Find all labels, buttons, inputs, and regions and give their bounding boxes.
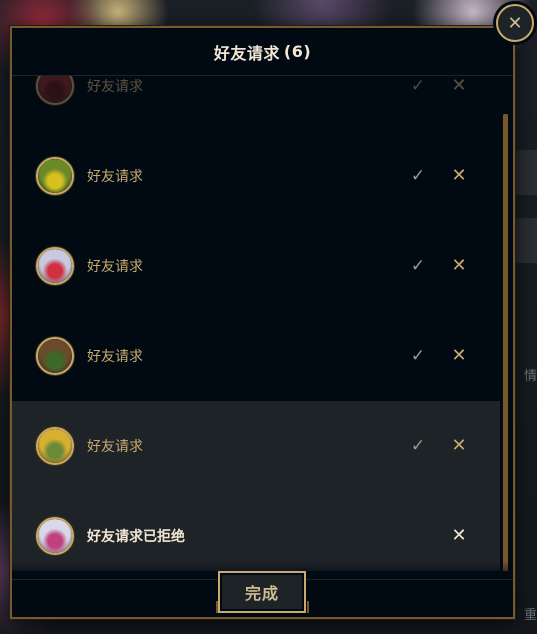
friend-requests-dialog: 好友请求 (6) 好友请求 ✓ ✕ 好友请求 ✓ ✕ 好友请求 ✓ ✕ 好友请求… (10, 26, 515, 619)
accept-button[interactable]: ✓ (406, 164, 430, 188)
accept-button[interactable]: ✓ (406, 434, 430, 458)
request-row: 好友请求 ✓ ✕ (12, 401, 500, 491)
request-label: 好友请求 (87, 349, 143, 365)
background-side-panel (514, 218, 537, 263)
request-label: 好友请求 (87, 169, 143, 185)
accept-button[interactable]: ✓ (406, 344, 430, 368)
summoner-avatar (36, 517, 74, 555)
request-label: 好友请求 (87, 259, 143, 275)
decline-button[interactable]: ✕ (447, 254, 471, 278)
request-label: 好友请求 (87, 439, 143, 455)
dialog-header: 好友请求 (6) (12, 28, 513, 76)
accept-button[interactable]: ✓ (406, 254, 430, 278)
summoner-avatar (36, 247, 74, 285)
close-button[interactable]: ✕ (496, 4, 534, 42)
request-row: 好友请求 ✓ ✕ (12, 76, 500, 131)
decline-button[interactable]: ✕ (447, 434, 471, 458)
background-side-text: 重 (523, 608, 537, 623)
list-scrollbar[interactable] (503, 114, 508, 578)
request-declined-label: 好友请求已拒绝 (87, 529, 185, 545)
button-ornament (307, 601, 309, 613)
dismiss-button[interactable]: ✕ (447, 524, 471, 548)
close-icon: ✕ (507, 12, 523, 34)
summoner-avatar (36, 337, 74, 375)
request-list[interactable]: 好友请求 ✓ ✕ 好友请求 ✓ ✕ 好友请求 ✓ ✕ 好友请求 ✓ ✕ 好友请求… (12, 76, 500, 576)
request-row: 好友请求 ✓ ✕ (12, 221, 500, 311)
request-label: 好友请求 (87, 79, 143, 95)
background-side-text: 情 (523, 369, 537, 384)
summoner-avatar (36, 76, 74, 105)
decline-button[interactable]: ✕ (447, 164, 471, 188)
dialog-footer: 完成 (12, 571, 513, 617)
accept-button[interactable]: ✓ (406, 76, 430, 98)
request-row: 好友请求 ✓ ✕ (12, 311, 500, 401)
decline-button[interactable]: ✕ (447, 76, 471, 98)
summoner-avatar (36, 157, 74, 195)
done-button[interactable]: 完成 (218, 571, 306, 613)
summoner-avatar (36, 427, 74, 465)
request-row: 好友请求 ✓ ✕ (12, 131, 500, 221)
decline-button[interactable]: ✕ (447, 344, 471, 368)
background-side-panel (514, 150, 537, 195)
request-count: (6) (283, 42, 312, 61)
scrollbar-thumb[interactable] (503, 114, 508, 578)
dialog-title: 好友请求 (213, 43, 280, 63)
